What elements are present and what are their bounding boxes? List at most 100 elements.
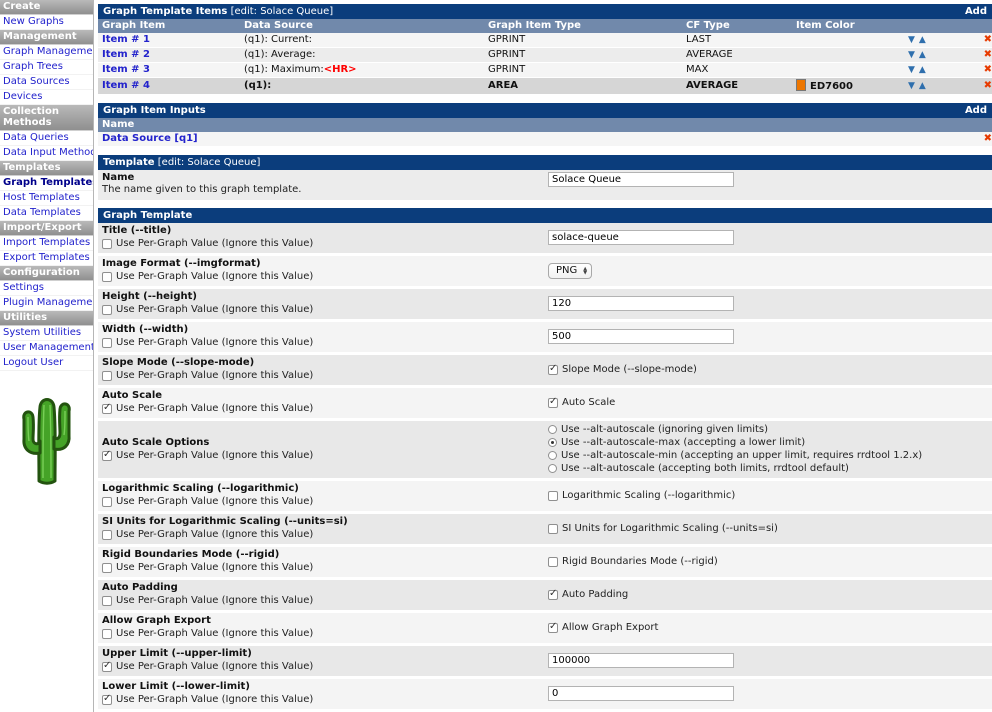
sidebar-item-data-templates[interactable]: Data Templates bbox=[0, 206, 93, 221]
add-graph-item-input-link[interactable]: Add bbox=[965, 105, 987, 116]
field-checkbox-rigid-boundaries-mode-rigid[interactable] bbox=[548, 557, 558, 567]
field-label: Slope Mode (--slope-mode) bbox=[102, 357, 548, 369]
move-up-icon[interactable]: ▲ bbox=[919, 81, 926, 91]
sidebar-item-graph-templates[interactable]: Graph Templates bbox=[0, 176, 93, 191]
delete-icon[interactable]: ✖ bbox=[972, 80, 992, 92]
field-checkbox-auto-scale[interactable] bbox=[548, 398, 558, 408]
radio-use-alt-autoscale-min-accepting-an-upper[interactable] bbox=[548, 451, 557, 460]
sidebar-item-logout-user[interactable]: Logout User bbox=[0, 356, 93, 371]
input-name-cell: Data Source [q1] bbox=[98, 132, 972, 146]
field-checkbox-label: Allow Graph Export bbox=[562, 622, 658, 634]
field-label: Auto Padding bbox=[102, 582, 548, 594]
sidebar-item-plugin-management[interactable]: Plugin Management bbox=[0, 296, 93, 311]
field-input-width-width[interactable] bbox=[548, 329, 734, 344]
per-graph-checkbox[interactable] bbox=[102, 451, 112, 461]
per-graph-label: Use Per-Graph Value (Ignore this Value) bbox=[116, 661, 313, 673]
field-checkbox-logarithmic-scaling-logarithmic[interactable] bbox=[548, 491, 558, 501]
per-graph-label: Use Per-Graph Value (Ignore this Value) bbox=[116, 694, 313, 706]
sidebar-item-system-utilities[interactable]: System Utilities bbox=[0, 326, 93, 341]
section-title: Template bbox=[103, 157, 155, 168]
per-graph-checkbox[interactable] bbox=[102, 596, 112, 606]
graph-item-type-cell: GPRINT bbox=[484, 63, 682, 77]
per-graph-checkbox[interactable] bbox=[102, 239, 112, 249]
per-graph-checkbox[interactable] bbox=[102, 338, 112, 348]
radio-use-alt-autoscale-ignoring-given-limits[interactable] bbox=[548, 425, 557, 434]
per-graph-checkbox[interactable] bbox=[102, 662, 112, 672]
per-graph-checkbox[interactable] bbox=[102, 563, 112, 573]
radio-label: Use --alt-autoscale-max (accepting a low… bbox=[561, 436, 805, 449]
delete-icon[interactable]: ✖ bbox=[972, 133, 992, 145]
per-graph-checkbox[interactable] bbox=[102, 497, 112, 507]
per-graph-checkbox[interactable] bbox=[102, 272, 112, 282]
field-checkbox-slope-mode-slope-mode[interactable] bbox=[548, 365, 558, 375]
table-row: Item # 4(q1):AREAAVERAGEED7600▼▲✖ bbox=[98, 78, 992, 95]
hr-tag: <HR> bbox=[324, 64, 357, 75]
form-row-auto-scale: Auto ScaleUse Per-Graph Value (Ignore th… bbox=[98, 388, 992, 418]
row-actions: ▼▲ bbox=[904, 79, 972, 93]
graph-item-link[interactable]: Item # 2 bbox=[102, 49, 150, 60]
template-name-input[interactable] bbox=[548, 172, 734, 187]
per-graph-checkbox[interactable] bbox=[102, 371, 112, 381]
per-graph-label: Use Per-Graph Value (Ignore this Value) bbox=[116, 370, 313, 382]
column-actions bbox=[904, 25, 972, 27]
table-row: Item # 2(q1): Average:GPRINTAVERAGE▼▲✖ bbox=[98, 48, 992, 63]
field-label: Height (--height) bbox=[102, 291, 548, 303]
add-graph-item-link[interactable]: Add bbox=[965, 6, 987, 17]
radio-use-alt-autoscale-max-accepting-a-lower-[interactable] bbox=[548, 438, 557, 447]
per-graph-checkbox[interactable] bbox=[102, 530, 112, 540]
per-graph-checkbox[interactable] bbox=[102, 629, 112, 639]
move-down-icon[interactable]: ▼ bbox=[908, 50, 915, 60]
sidebar-item-graph-trees[interactable]: Graph Trees bbox=[0, 60, 93, 75]
move-down-icon[interactable]: ▼ bbox=[908, 65, 915, 75]
form-row-si-units-for-logarithmic-scaling-units-si: SI Units for Logarithmic Scaling (--unit… bbox=[98, 514, 992, 544]
move-up-icon[interactable]: ▲ bbox=[919, 50, 926, 60]
graph-item-link[interactable]: Item # 3 bbox=[102, 64, 150, 75]
data-source-input-link[interactable]: Data Source [q1] bbox=[102, 133, 198, 144]
sidebar-item-export-templates[interactable]: Export Templates bbox=[0, 251, 93, 266]
per-graph-label: Use Per-Graph Value (Ignore this Value) bbox=[116, 271, 313, 283]
delete-icon[interactable]: ✖ bbox=[972, 49, 992, 61]
sidebar-item-data-input-methods[interactable]: Data Input Methods bbox=[0, 146, 93, 161]
radio-label: Use --alt-autoscale (accepting both limi… bbox=[561, 462, 849, 475]
sidebar-item-settings[interactable]: Settings bbox=[0, 281, 93, 296]
sidebar-item-import-templates[interactable]: Import Templates bbox=[0, 236, 93, 251]
sidebar-item-new-graphs[interactable]: New Graphs bbox=[0, 15, 93, 30]
template-header: Template [edit: Solace Queue] bbox=[98, 155, 992, 170]
item-color-cell bbox=[792, 69, 904, 71]
radio-use-alt-autoscale-accepting-both-limits-[interactable] bbox=[548, 464, 557, 473]
graph-item-link[interactable]: Item # 1 bbox=[102, 34, 150, 45]
field-input-lower-limit-lower-limit[interactable] bbox=[548, 686, 734, 701]
per-graph-checkbox[interactable] bbox=[102, 695, 112, 705]
field-input-upper-limit-upper-limit[interactable] bbox=[548, 653, 734, 668]
field-checkbox-label: Rigid Boundaries Mode (--rigid) bbox=[562, 556, 718, 568]
form-row-image-format-imgformat: Image Format (--imgformat)Use Per-Graph … bbox=[98, 256, 992, 286]
select-value: PNG bbox=[556, 265, 577, 276]
field-checkbox-allow-graph-export[interactable] bbox=[548, 623, 558, 633]
field-select-image-format-imgformat[interactable]: PNG▲▼ bbox=[548, 263, 592, 279]
field-checkbox-auto-padding[interactable] bbox=[548, 590, 558, 600]
field-label: Auto Scale Options bbox=[102, 437, 548, 449]
delete-icon[interactable]: ✖ bbox=[972, 34, 992, 46]
move-down-icon[interactable]: ▼ bbox=[908, 35, 915, 45]
delete-icon[interactable]: ✖ bbox=[972, 64, 992, 76]
field-input-title-title[interactable] bbox=[548, 230, 734, 245]
field-checkbox-label: Auto Scale bbox=[562, 397, 615, 409]
sidebar-item-host-templates[interactable]: Host Templates bbox=[0, 191, 93, 206]
sidebar-item-user-management[interactable]: User Management bbox=[0, 341, 93, 356]
graph-template-form-section: Graph Template Title (--title)Use Per-Gr… bbox=[98, 208, 992, 712]
move-down-icon[interactable]: ▼ bbox=[908, 81, 915, 91]
sidebar-item-devices[interactable]: Devices bbox=[0, 90, 93, 105]
sidebar-item-data-sources[interactable]: Data Sources bbox=[0, 75, 93, 90]
sidebar-item-data-queries[interactable]: Data Queries bbox=[0, 131, 93, 146]
move-up-icon[interactable]: ▲ bbox=[919, 65, 926, 75]
move-up-icon[interactable]: ▲ bbox=[919, 35, 926, 45]
sidebar-section-import-export: Import/Export bbox=[0, 221, 93, 236]
per-graph-checkbox[interactable] bbox=[102, 305, 112, 315]
sidebar-item-graph-management[interactable]: Graph Management bbox=[0, 45, 93, 60]
field-checkbox-label: Slope Mode (--slope-mode) bbox=[562, 364, 697, 376]
field-checkbox-si-units-for-logarithmic-scaling-units-si[interactable] bbox=[548, 524, 558, 534]
graph-items-column-header: Graph ItemData SourceGraph Item TypeCF T… bbox=[98, 19, 992, 33]
graph-item-link[interactable]: Item # 4 bbox=[102, 80, 150, 91]
per-graph-checkbox[interactable] bbox=[102, 404, 112, 414]
field-input-height-height[interactable] bbox=[548, 296, 734, 311]
